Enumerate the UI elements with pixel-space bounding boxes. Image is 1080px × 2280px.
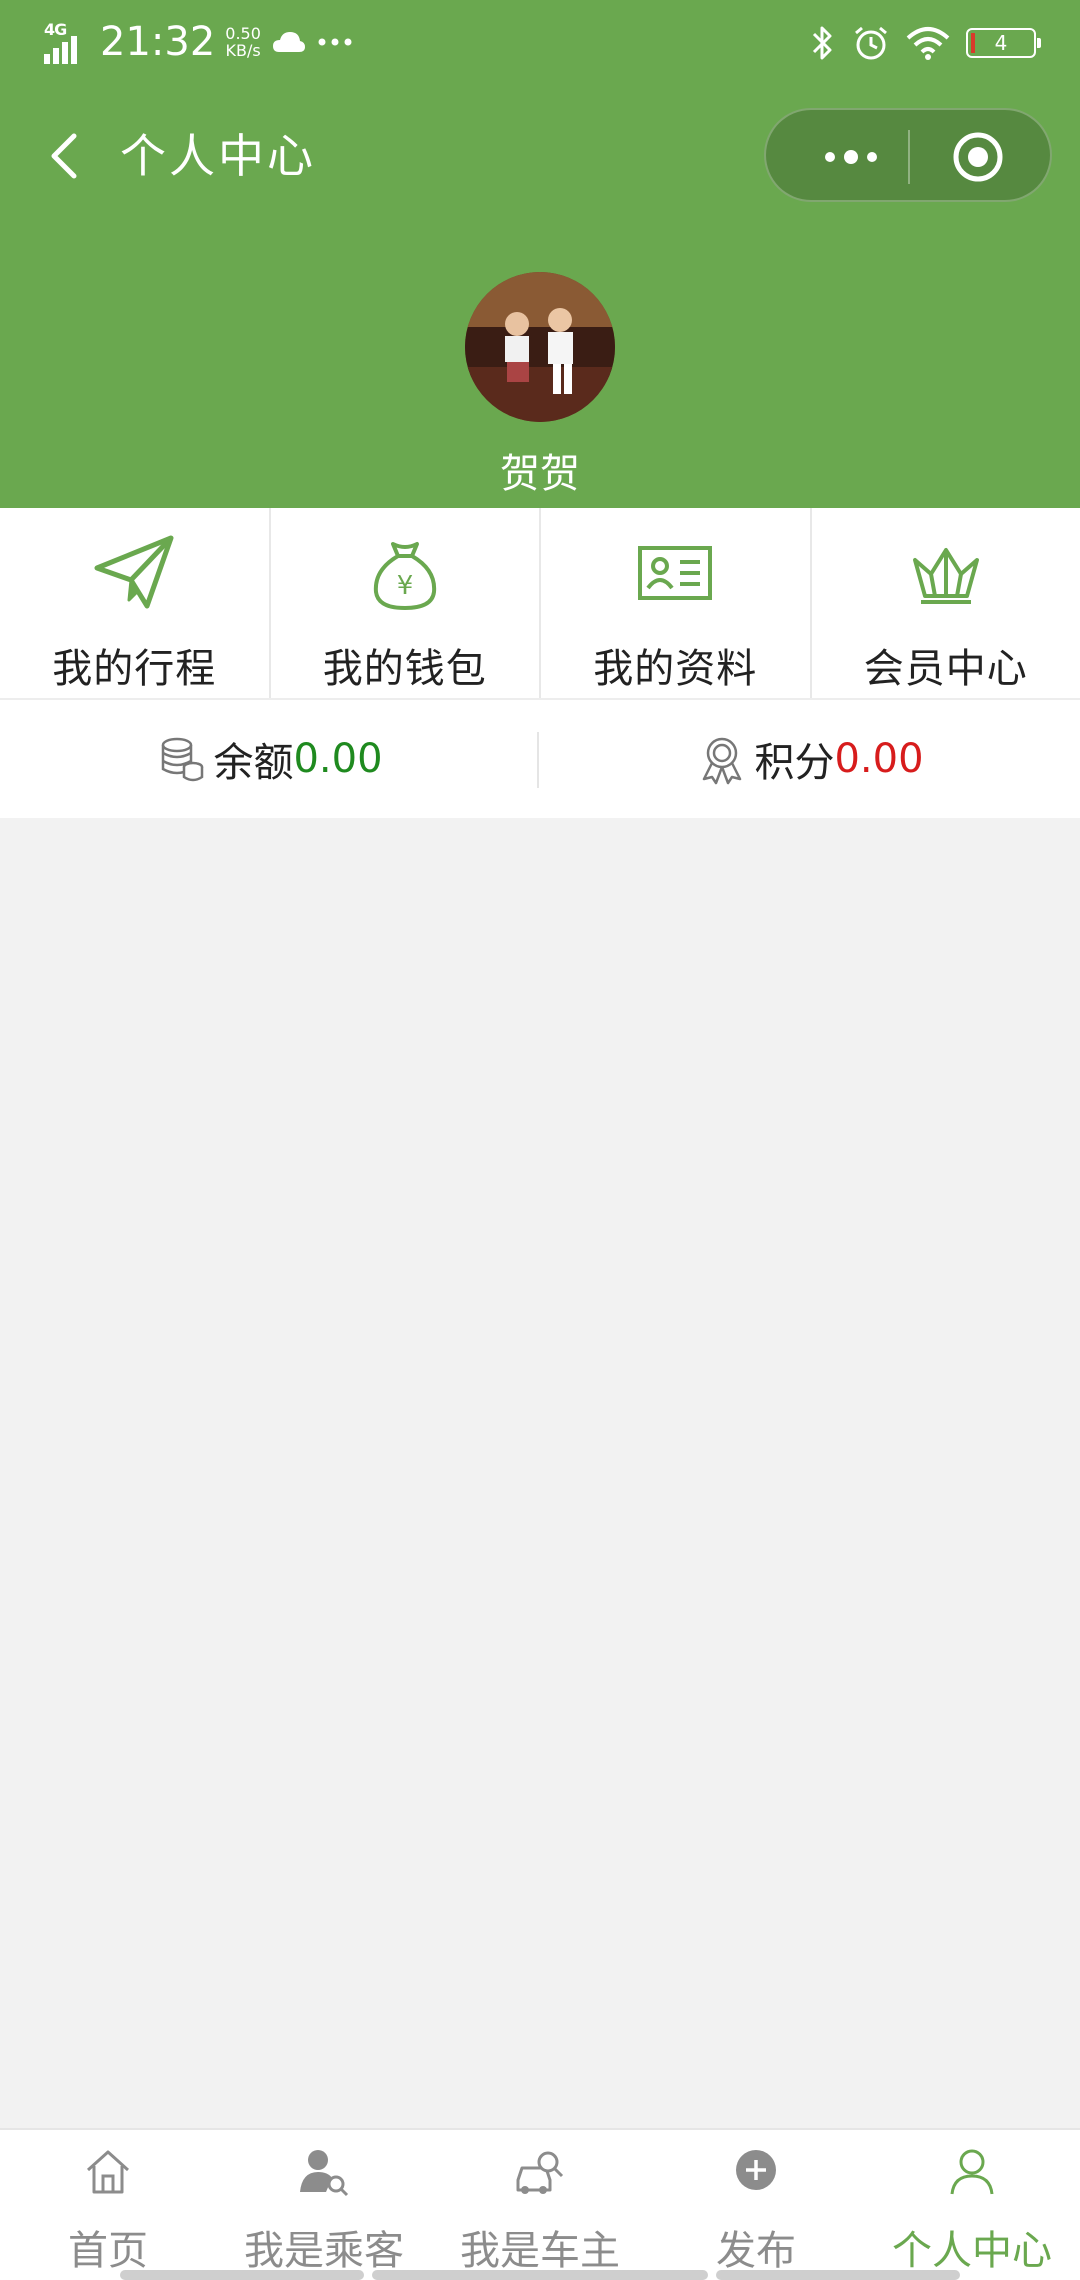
passenger-icon <box>300 2150 349 2197</box>
tab-personal-center[interactable]: 个人中心 <box>864 2130 1080 2280</box>
balance-label: 余额 <box>213 740 294 786</box>
nav-bar: 个人中心 <box>0 100 1080 212</box>
tab-car-owner[interactable]: 我是车主 <box>432 2130 648 2280</box>
points-cell[interactable]: 积分 0.00 <box>540 700 1080 818</box>
battery-level: 4 <box>994 31 1008 55</box>
network-speed: 0.50 KB/s <box>225 25 261 59</box>
alarm-icon <box>855 26 887 60</box>
signal-icon: 4G <box>44 20 90 64</box>
user-icon <box>950 2149 994 2195</box>
tab-bar: 首页 我是乘客 我是车主 发布 个人中心 <box>0 2128 1080 2280</box>
capsule-divider <box>908 130 910 184</box>
chevron-left-icon[interactable] <box>40 128 96 184</box>
target-icon[interactable] <box>951 130 1005 184</box>
menu-item-vip[interactable]: 会员中心 <box>812 508 1080 698</box>
tab-home[interactable]: 首页 <box>0 2130 216 2280</box>
car-owner-icon <box>516 2151 564 2194</box>
home-indicator-segment <box>120 2270 364 2280</box>
id-card-icon <box>638 546 713 600</box>
menu-item-trips[interactable]: 我的行程 <box>0 508 271 698</box>
wifi-icon <box>906 27 950 60</box>
svg-text:¥: ¥ <box>396 571 413 601</box>
tab-label: 我是车主 <box>460 2228 620 2274</box>
status-bar: 4G 21:32 0.50 KB/s 4 <box>0 0 1080 84</box>
menu-item-profile[interactable]: 我的资料 <box>541 508 812 698</box>
points-label: 积分 <box>754 740 835 786</box>
status-bar-left: 4G 21:32 0.50 KB/s <box>44 16 353 68</box>
cloud-icon <box>272 32 305 52</box>
avatar-photo <box>465 272 615 422</box>
plus-circle-icon <box>736 2150 776 2190</box>
more-dots-icon <box>318 38 352 46</box>
tab-passenger[interactable]: 我是乘客 <box>216 2130 432 2280</box>
balance-row: 余额 0.00 积分 0.00 <box>0 698 1080 818</box>
menu-label: 我的资料 <box>593 646 758 692</box>
username: 贺贺 <box>500 451 580 497</box>
speed-value: 0.50 <box>225 24 261 43</box>
award-ribbon-icon <box>703 737 742 785</box>
page-title: 个人中心 <box>120 129 316 183</box>
menu-label: 我的钱包 <box>322 646 487 692</box>
tab-label: 我是乘客 <box>244 2228 404 2274</box>
balance-cell[interactable]: 余额 0.00 <box>0 700 538 818</box>
paper-plane-icon <box>94 535 174 609</box>
home-indicator-segment <box>372 2270 708 2280</box>
home-icon <box>86 2150 130 2194</box>
tab-label: 首页 <box>68 2228 148 2274</box>
status-bar-right: 4 <box>810 18 1041 68</box>
avatar[interactable] <box>465 272 615 422</box>
status-time: 21:32 <box>100 19 216 65</box>
money-bag-icon: ¥ <box>373 542 436 611</box>
battery-icon: 4 <box>966 28 1041 58</box>
balance-divider <box>537 732 539 788</box>
balance-value: 0.00 <box>293 736 383 782</box>
header: 4G 21:32 0.50 KB/s 4 个人中心 贺贺 <box>0 0 1080 508</box>
miniprogram-capsule <box>764 108 1052 202</box>
crown-icon <box>912 548 979 604</box>
points-value: 0.00 <box>834 736 924 782</box>
speed-unit: KB/s <box>225 41 261 60</box>
tab-label: 个人中心 <box>892 2228 1052 2274</box>
menu-label: 会员中心 <box>863 646 1028 692</box>
bluetooth-icon <box>812 26 832 60</box>
coins-icon <box>162 737 204 782</box>
quick-menu: 我的行程 ¥ 我的钱包 我的资料 会员中心 <box>0 508 1080 698</box>
tab-label: 发布 <box>716 2228 796 2274</box>
tab-publish[interactable]: 发布 <box>648 2130 864 2280</box>
menu-item-wallet[interactable]: ¥ 我的钱包 <box>271 508 541 698</box>
more-dots-icon[interactable] <box>806 110 896 204</box>
menu-label: 我的行程 <box>52 646 217 692</box>
home-indicator-segment <box>716 2270 960 2280</box>
